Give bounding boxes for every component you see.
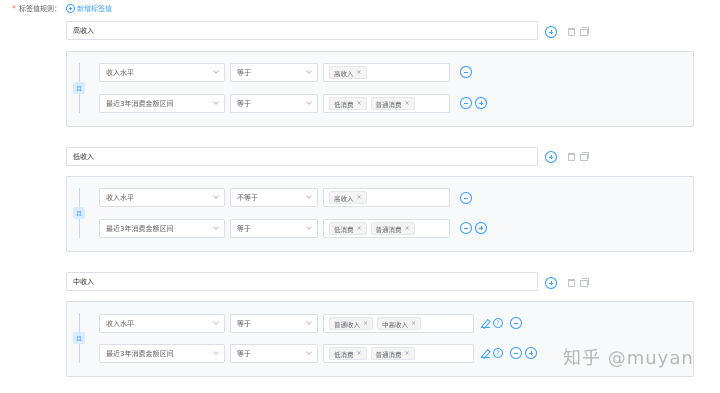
remove-condition-icon[interactable] [460,97,472,109]
close-icon[interactable]: × [357,194,362,201]
add-condition-icon[interactable] [475,222,487,234]
condition-values-select[interactable]: 低消费 × 普通消费 × [323,219,450,238]
tag-value-name-input[interactable]: 中收入 [66,272,538,291]
condition-operator-select[interactable]: 不等于 [230,188,318,207]
remove-condition-icon[interactable] [460,192,472,204]
copy-icon[interactable] [580,278,589,287]
condition-values-select[interactable]: 普通收入 × 中高收入 × [323,314,474,333]
chevron-down-icon [213,193,219,199]
value-tag: 低消费 × [329,222,367,235]
rules-label: 标签值规则： [19,4,61,13]
value-tag: 高收入 × [329,66,367,79]
remove-condition-icon[interactable] [510,317,522,329]
condition-values-select[interactable]: 高收入 × [323,188,450,207]
remove-condition-icon[interactable] [460,66,472,78]
condition-operator-select[interactable]: 等于 [230,63,318,82]
add-condition-icon[interactable] [475,97,487,109]
chevron-down-icon [306,319,312,325]
add-condition-icon[interactable] [525,347,537,359]
chevron-down-icon [213,99,219,105]
chevron-down-icon [306,99,312,105]
add-rule-icon[interactable] [545,151,557,163]
condition-field-select[interactable]: 收入水平 [99,63,225,82]
condition-field-select[interactable]: 最近3年消费金额区间 [99,94,225,113]
condition-field-select[interactable]: 收入水平 [99,314,225,333]
value-tag: 普通收入 × [329,317,374,330]
chevron-down-icon [306,68,312,74]
chevron-down-icon [213,349,219,355]
and-badge: 且 [73,207,85,219]
add-tag-value-label: 新增标签值 [77,4,112,13]
chevron-down-icon [306,349,312,355]
edit-icon[interactable] [481,319,490,328]
condition-operator-select[interactable]: 等于 [230,314,318,333]
condition-operator-select[interactable]: 等于 [230,344,318,363]
tag-value-name-input[interactable]: 高收入 [66,21,538,40]
close-icon[interactable]: × [405,100,410,107]
trash-icon[interactable] [568,28,575,36]
remove-condition-icon[interactable] [460,222,472,234]
remove-condition-icon[interactable] [510,347,522,359]
and-badge: 且 [73,332,85,344]
close-icon[interactable]: × [405,225,410,232]
value-tag: 低消费 × [329,97,367,110]
value-tag: 普通消费 × [370,222,415,235]
value-tag: 低消费 × [329,347,367,360]
condition-field-select[interactable]: 最近3年消费金额区间 [99,219,225,238]
close-icon[interactable]: × [357,100,362,107]
chevron-down-icon [213,224,219,230]
chevron-down-icon [306,193,312,199]
condition-operator-select[interactable]: 等于 [230,219,318,238]
close-icon[interactable]: × [411,320,416,327]
condition-values-select[interactable]: 高收入 × [323,63,450,82]
and-badge: 且 [73,82,85,94]
close-icon[interactable]: × [357,225,362,232]
chevron-down-icon [306,224,312,230]
close-icon[interactable]: × [357,69,362,76]
help-icon[interactable]: ? [493,318,503,328]
trash-icon[interactable] [568,153,575,161]
copy-icon[interactable] [580,152,589,161]
required-mark: * [12,3,16,13]
edit-icon[interactable] [481,349,490,358]
add-tag-value-link[interactable]: 新增标签值 [66,4,112,14]
condition-field-select[interactable]: 最近3年消费金额区间 [99,344,225,363]
tag-value-name-input[interactable]: 低收入 [66,147,538,166]
condition-values-select[interactable]: 低消费 × 普通消费 × [323,344,474,363]
help-icon[interactable]: ? [493,348,503,358]
close-icon[interactable]: × [363,320,368,327]
condition-operator-select[interactable]: 等于 [230,94,318,113]
watermark: 知乎 @muyan [563,348,694,369]
condition-field-select[interactable]: 收入水平 [99,188,225,207]
value-tag: 普通消费 × [370,97,415,110]
circle-plus-icon [66,4,75,13]
trash-icon[interactable] [568,279,575,287]
copy-icon[interactable] [580,27,589,36]
condition-values-select[interactable]: 低消费 × 普通消费 × [323,94,450,113]
close-icon[interactable]: × [357,350,362,357]
value-tag: 高收入 × [329,191,367,204]
close-icon[interactable]: × [405,350,410,357]
add-rule-icon[interactable] [545,277,557,289]
chevron-down-icon [213,319,219,325]
add-rule-icon[interactable] [545,26,557,38]
value-tag: 普通消费 × [370,347,415,360]
rules-header: * 标签值规则： 新增标签值 [12,3,112,14]
chevron-down-icon [213,68,219,74]
value-tag: 中高收入 × [377,317,422,330]
